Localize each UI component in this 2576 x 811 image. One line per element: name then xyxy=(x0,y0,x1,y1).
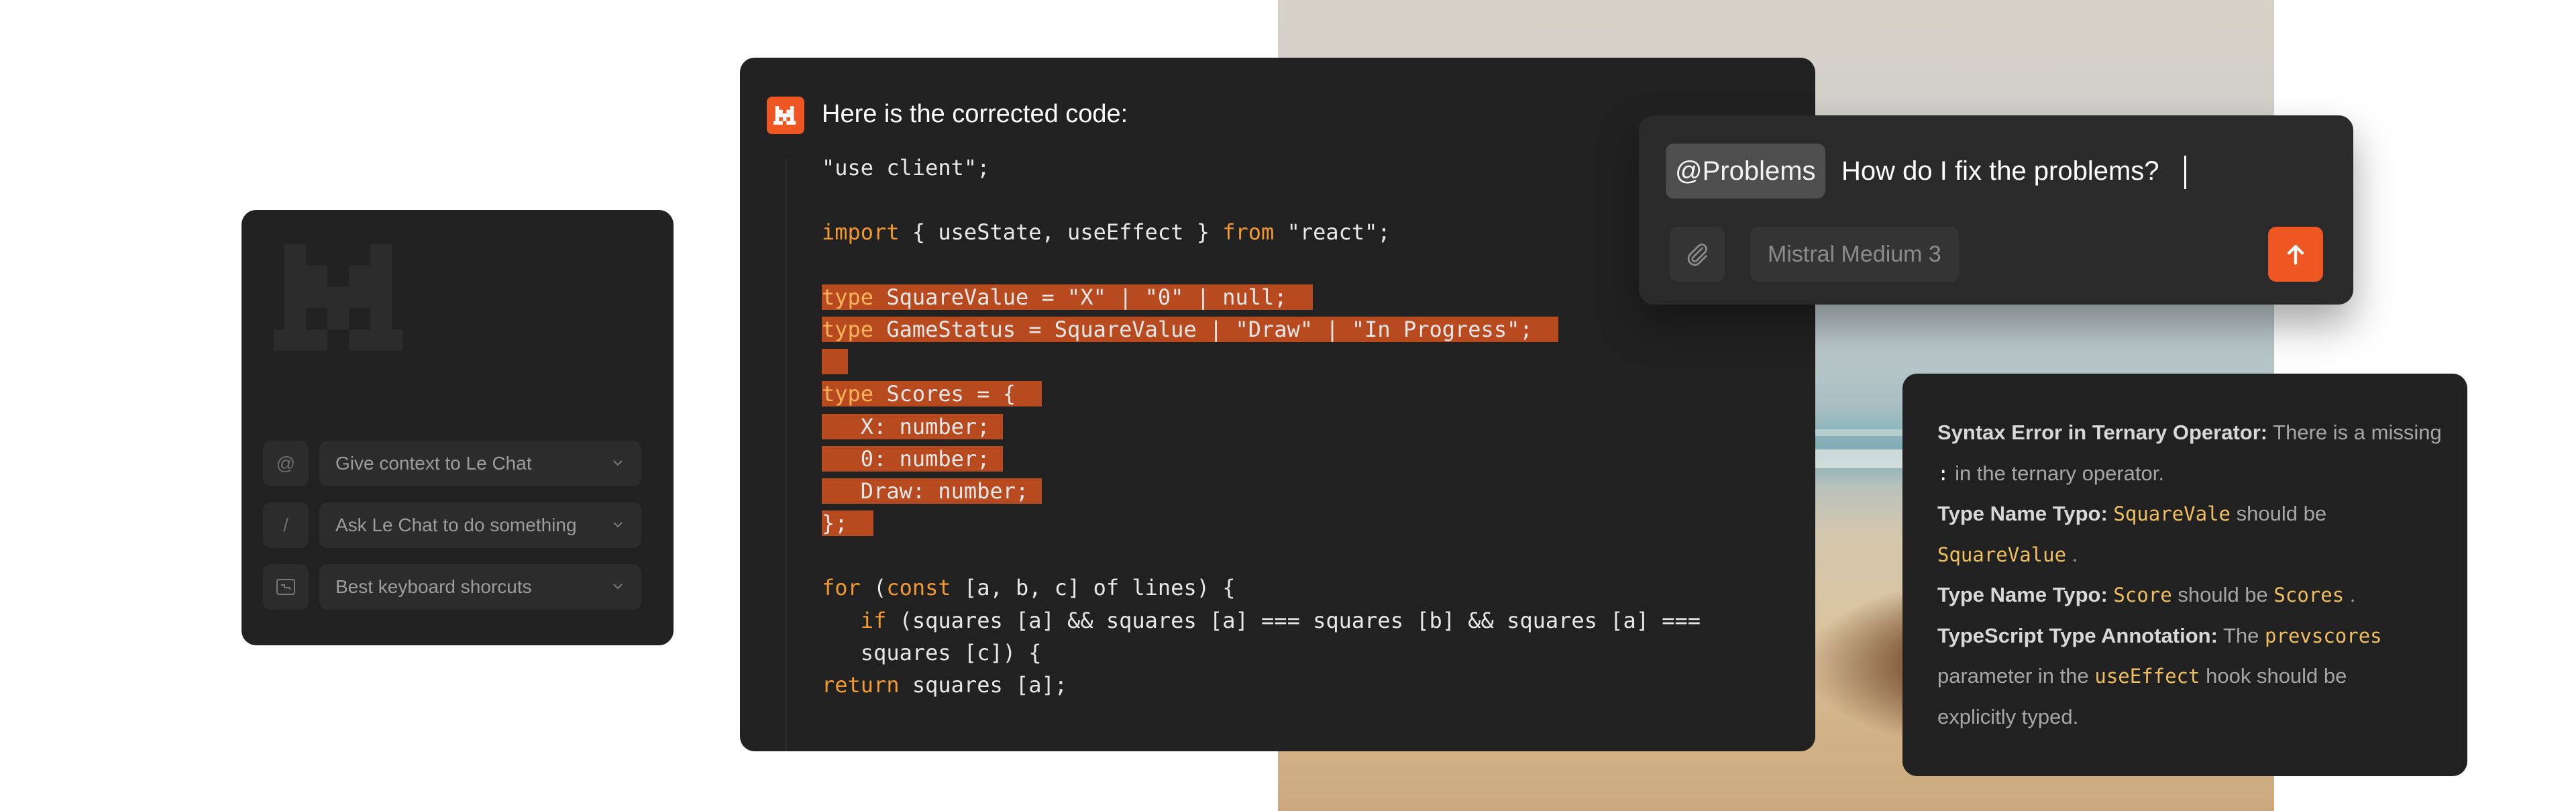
shortcut-label: Give context to Le Chat xyxy=(335,453,532,474)
code-line: "use client"; xyxy=(822,155,990,180)
shortcut-keyboard-dropdown[interactable]: Best keyboard shorcuts xyxy=(319,564,641,610)
keyboard-icon xyxy=(263,564,309,610)
chat-input[interactable]: How do I fix the problems? xyxy=(1841,144,2159,199)
code-line-highlighted: type Scores = { xyxy=(822,378,1701,410)
shortcuts-panel: @ Give context to Le Chat / Ask Le Chat … xyxy=(241,210,674,645)
shortcut-keyboard[interactable]: Best keyboard shorcuts xyxy=(263,564,641,610)
mention-chip[interactable]: @Problems xyxy=(1666,144,1825,199)
model-selector[interactable]: Mistral Medium 3 xyxy=(1750,227,1959,282)
code-line-highlighted: type GameStatus = SquareValue | "Draw" |… xyxy=(822,313,1701,345)
shortcut-context[interactable]: @ Give context to Le Chat xyxy=(263,441,641,486)
shortcut-context-dropdown[interactable]: Give context to Le Chat xyxy=(319,441,641,486)
code-line: import { useState, useEffect } from "rea… xyxy=(822,219,1391,246)
shortcut-label: Ask Le Chat to do something xyxy=(335,515,577,535)
chevron-down-icon xyxy=(613,460,623,466)
chevron-down-icon xyxy=(613,522,623,528)
problems-list: Syntax Error in Ternary Operator: There … xyxy=(1937,413,2454,737)
shortcut-label: Best keyboard shorcuts xyxy=(335,576,532,597)
arrow-up-icon xyxy=(2287,245,2304,265)
chevron-down-icon xyxy=(613,584,623,590)
problem-item-cont: : in the ternary operator. xyxy=(1937,461,2164,485)
problem-item-cont: SquareValue . xyxy=(1937,542,2078,566)
code-line-highlighted: X: number; xyxy=(822,411,1701,443)
chat-input-panel: @Problems How do I fix the problems? Mis… xyxy=(1639,115,2353,305)
problem-item-cont: explicitly typed. xyxy=(1937,704,2079,728)
code-block: "use client"; import { useState, useEffe… xyxy=(822,152,1701,701)
mistral-logo-icon xyxy=(274,244,402,351)
code-line-highlighted-empty xyxy=(822,345,1701,378)
problem-item: Type Name Typo: SquareVale should be xyxy=(1937,502,2327,525)
mistral-avatar-icon xyxy=(767,97,804,134)
code-line: for (const [a, b, c] of lines) { xyxy=(822,575,1236,601)
thread-line xyxy=(786,158,787,751)
code-line: squares [c]) { xyxy=(822,639,1042,665)
problem-item: Syntax Error in Ternary Operator: There … xyxy=(1937,421,2442,444)
problem-item: Type Name Typo: Score should be Scores . xyxy=(1937,583,2356,606)
send-button[interactable] xyxy=(2268,227,2323,282)
attach-button[interactable] xyxy=(1670,227,1725,282)
code-line-highlighted: 0: number; xyxy=(822,443,1701,475)
code-line-highlighted: type SquareValue = "X" | "0" | null; xyxy=(822,281,1701,313)
code-line: if (squares [a] && squares [a] === squar… xyxy=(860,607,1701,633)
at-key: @ xyxy=(263,441,309,486)
code-line-highlighted: }; xyxy=(822,507,1701,539)
slash-key: / xyxy=(263,502,309,548)
problems-panel: Syntax Error in Ternary Operator: There … xyxy=(1902,374,2467,776)
code-line-highlighted: Draw: number; xyxy=(822,475,1701,507)
shortcut-command-dropdown[interactable]: Ask Le Chat to do something xyxy=(319,502,641,548)
problem-item-cont: parameter in the useEffect hook should b… xyxy=(1937,664,2347,688)
text-cursor xyxy=(2184,156,2186,189)
shortcut-command[interactable]: / Ask Le Chat to do something xyxy=(263,502,641,548)
problem-item: TypeScript Type Annotation: The prevscor… xyxy=(1937,623,2382,647)
code-line: return squares [a]; xyxy=(822,672,1068,698)
response-title: Here is the corrected code: xyxy=(822,100,1128,128)
paperclip-icon xyxy=(1687,244,1707,266)
